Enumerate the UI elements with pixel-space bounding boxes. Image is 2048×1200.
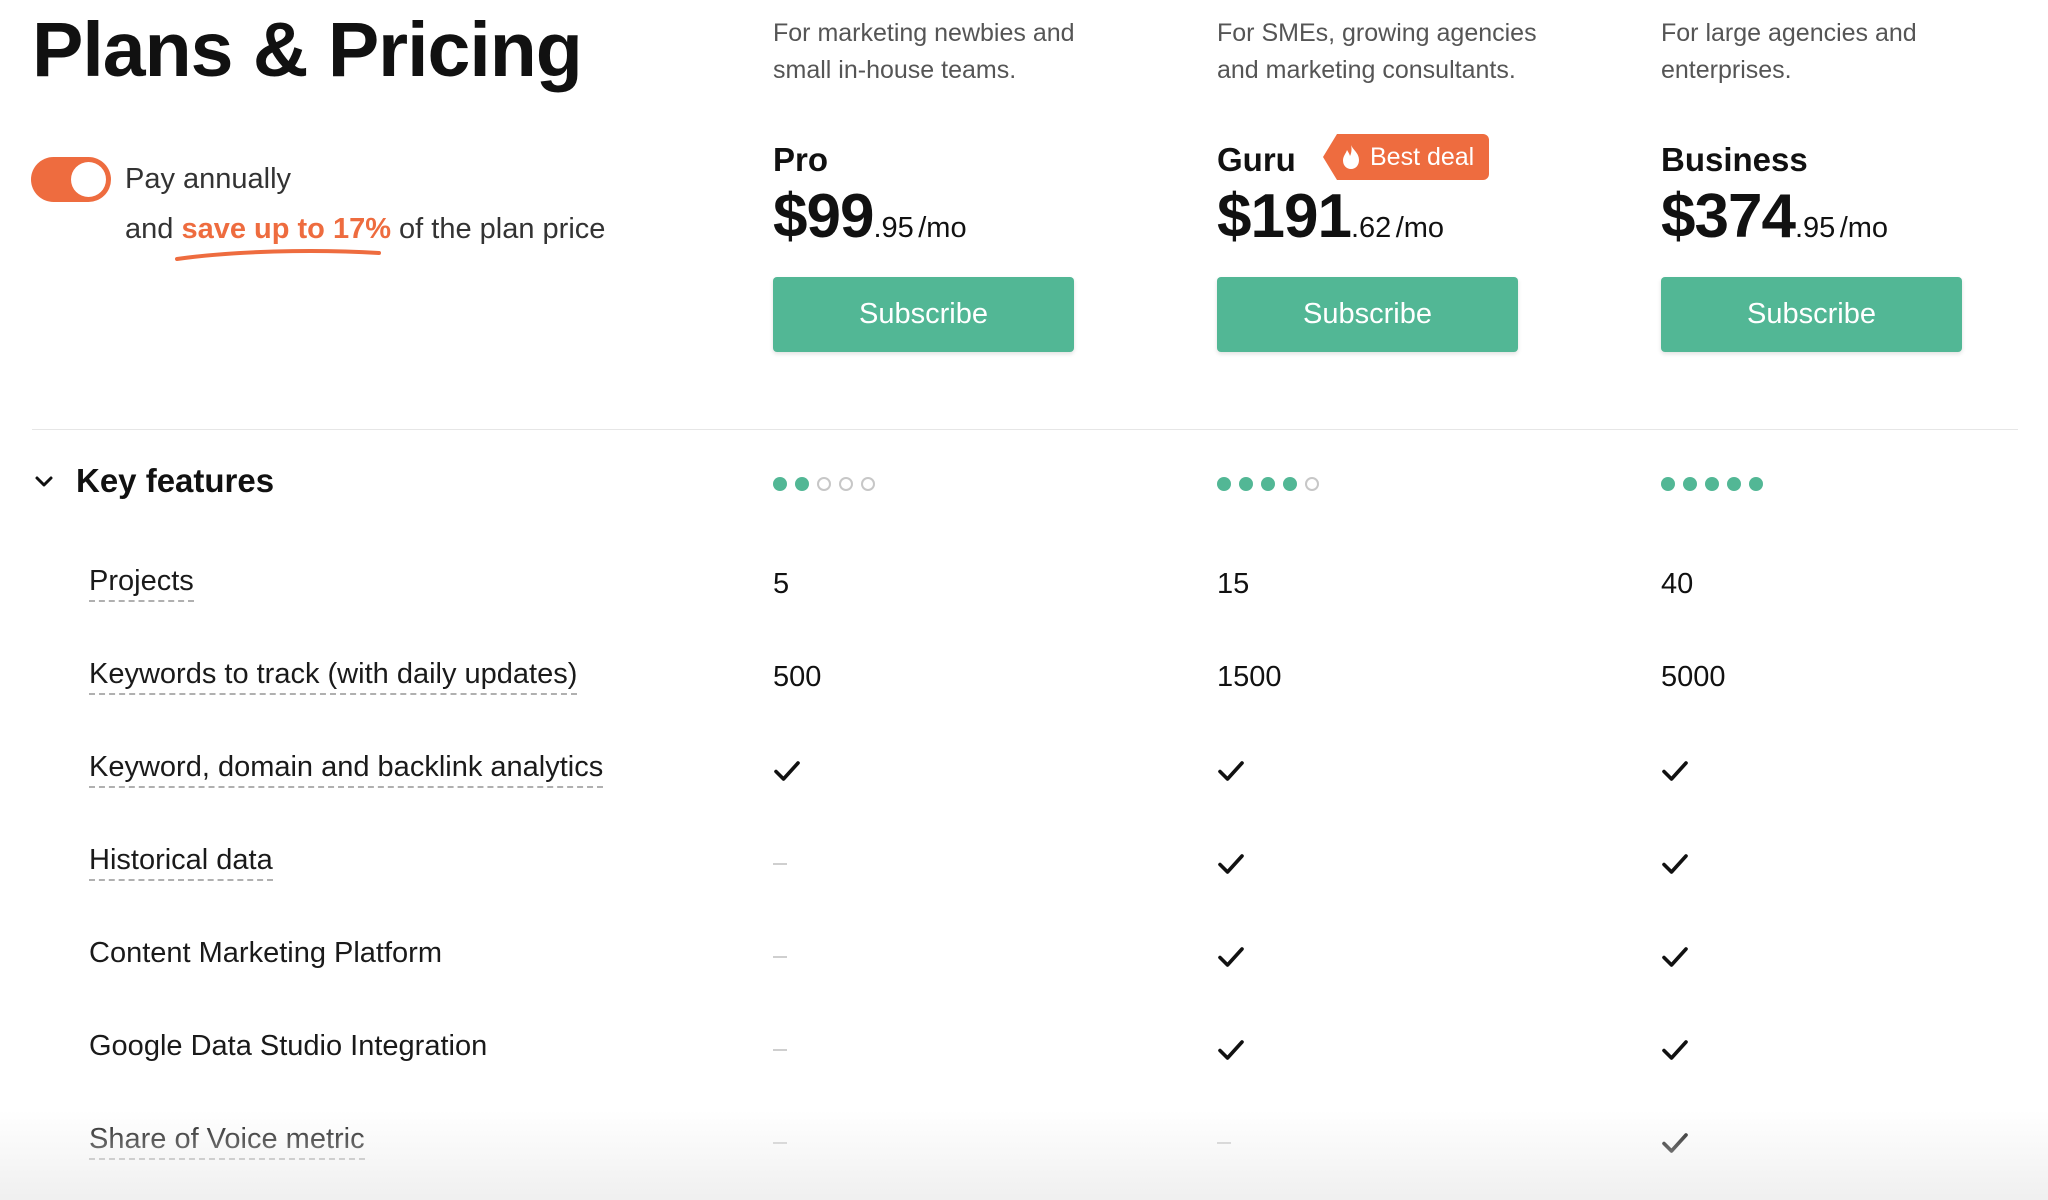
underline-swoosh-icon [175, 249, 382, 261]
rating-dot-empty [817, 477, 831, 491]
dash-icon [773, 1049, 787, 1051]
plan-name: Guru [1217, 141, 1296, 178]
rating-dot-filled [1283, 477, 1297, 491]
rating-dot-filled [1727, 477, 1741, 491]
feature-label[interactable]: Projects [89, 565, 194, 602]
check-icon [1217, 852, 1245, 881]
feature-value: 5 [773, 568, 790, 600]
savings-suffix: of the plan price [399, 213, 606, 245]
feature-label[interactable]: Keywords to track (with daily updates) [89, 658, 578, 695]
feature-label: Content Marketing Platform [89, 937, 442, 969]
feature-label: Google Data Studio Integration [89, 1030, 488, 1062]
feature-value: 15 [1217, 568, 1250, 600]
best-deal-badge: Best deal [1323, 134, 1490, 180]
feature-label[interactable]: Keyword, domain and backlink analytics [89, 751, 604, 788]
rating-dot-filled [1705, 477, 1719, 491]
dash-icon [773, 956, 787, 958]
plan-description: For marketing newbies and small in-house… [773, 19, 1075, 84]
price-main: $191 [1217, 182, 1352, 251]
savings-prefix: and [125, 213, 174, 245]
check-icon [1661, 945, 1689, 974]
price-cents: .95 [873, 212, 914, 244]
subscribe-button-pro[interactable]: Subscribe [773, 277, 1074, 352]
chevron-down-icon [35, 476, 53, 487]
rating-dot-empty [861, 477, 875, 491]
plan-description: For SMEs, growing agencies and marketing… [1217, 19, 1537, 84]
pay-annually-label: Pay annually [125, 163, 292, 195]
price-unit: /mo [918, 212, 967, 244]
subscribe-button-business[interactable]: Subscribe [1661, 277, 1962, 352]
price-main: $374 [1661, 182, 1796, 251]
plan-rating-dots [1661, 477, 1763, 491]
rating-dot-filled [773, 477, 787, 491]
rating-dot-empty [1305, 477, 1319, 491]
pay-annually-toggle[interactable] [31, 157, 111, 202]
best-deal-label: Best deal [1370, 142, 1475, 171]
rating-dot-filled [1661, 477, 1675, 491]
plan-rating-dots [1217, 477, 1319, 491]
subscribe-button-guru[interactable]: Subscribe [1217, 277, 1518, 352]
feature-value: 500 [773, 661, 822, 693]
rating-dot-filled [1261, 477, 1275, 491]
savings-highlight-text: save up to 17% [181, 213, 391, 245]
plan-price: $99.95 /mo [773, 181, 967, 252]
check-icon [1661, 852, 1689, 881]
rating-dot-filled [1749, 477, 1763, 491]
price-unit: /mo [1839, 212, 1889, 244]
check-icon [1217, 759, 1245, 788]
page-title: Plans & Pricing [32, 7, 583, 93]
feature-value: 40 [1661, 568, 1694, 600]
rating-dot-filled [1239, 477, 1253, 491]
price-unit: /mo [1395, 212, 1445, 244]
price-main: $99 [773, 182, 874, 251]
price-cents: .95 [1794, 212, 1836, 244]
rating-dot-filled [1683, 477, 1697, 491]
savings-highlight: save up to 17% [175, 213, 399, 261]
toggle-knob [71, 162, 106, 197]
check-icon [1661, 759, 1689, 788]
rating-dot-empty [839, 477, 853, 491]
plan-price: $374.95 /mo [1661, 181, 1888, 252]
flame-icon [1341, 144, 1361, 170]
key-features-toggle[interactable]: Key features [32, 462, 274, 500]
header-divider [32, 429, 2018, 430]
feature-label[interactable]: Historical data [89, 844, 273, 881]
feature-value: 1500 [1217, 661, 1282, 693]
rating-dot-filled [1217, 477, 1231, 491]
plan-name: Business [1661, 141, 1808, 178]
check-icon [1217, 1038, 1245, 1067]
plan-description: For large agencies and enterprises. [1661, 19, 1917, 84]
savings-note: and save up to 17% of the plan price [125, 209, 606, 261]
check-icon [773, 759, 801, 788]
rating-dot-filled [795, 477, 809, 491]
feature-value: 5000 [1661, 661, 1726, 693]
plan-rating-dots [773, 477, 875, 491]
section-title: Key features [76, 462, 275, 499]
dash-icon [773, 863, 787, 865]
price-cents: .62 [1350, 212, 1392, 244]
plan-name: Pro [773, 141, 829, 178]
bottom-fade [0, 1110, 2048, 1200]
check-icon [1661, 1038, 1689, 1067]
check-icon [1217, 945, 1245, 974]
plan-price: $191.62 /mo [1217, 181, 1444, 252]
